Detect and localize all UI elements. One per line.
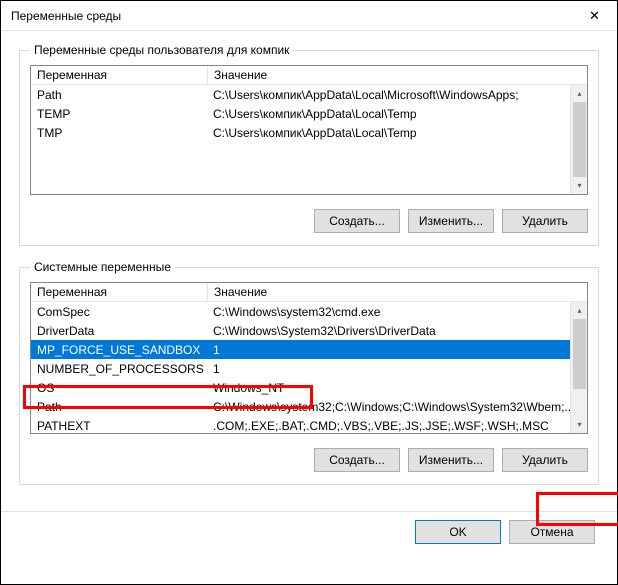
user-create-button[interactable]: Создать... — [314, 209, 400, 233]
scroll-up-icon[interactable]: ▴ — [571, 302, 588, 319]
user-vars-list[interactable]: Переменная Значение Path C:\Users\компик… — [30, 65, 588, 195]
user-vars-legend: Переменные среды пользователя для компик — [30, 43, 293, 57]
table-row[interactable]: PATHEXT .COM;.EXE;.BAT;.CMD;.VBS;.VBE;.J… — [31, 416, 587, 435]
system-create-button[interactable]: Создать... — [314, 448, 400, 472]
user-edit-button[interactable]: Изменить... — [408, 209, 494, 233]
close-icon[interactable]: ✕ — [572, 1, 617, 31]
table-row[interactable]: OS Windows_NT — [31, 378, 587, 397]
system-vars-list[interactable]: Переменная Значение ComSpec C:\Windows\s… — [30, 282, 588, 434]
system-edit-button[interactable]: Изменить... — [408, 448, 494, 472]
window-title: Переменные среды — [11, 9, 121, 23]
table-row[interactable]: TMP C:\Users\компик\AppData\Local\Temp — [31, 123, 587, 142]
scroll-down-icon[interactable]: ▾ — [571, 416, 588, 433]
scroll-up-icon[interactable]: ▴ — [571, 85, 588, 102]
scroll-thumb[interactable] — [573, 102, 586, 177]
col-header-value[interactable]: Значение — [208, 68, 587, 82]
col-header-name[interactable]: Переменная — [31, 68, 207, 82]
system-vars-legend: Системные переменные — [30, 260, 175, 274]
system-vars-header[interactable]: Переменная Значение — [31, 283, 587, 302]
user-vars-group: Переменные среды пользователя для компик… — [19, 43, 599, 246]
system-vars-group: Системные переменные Переменная Значение… — [19, 260, 599, 485]
col-header-value[interactable]: Значение — [208, 285, 587, 299]
table-row[interactable]: DriverData C:\Windows\System32\Drivers\D… — [31, 321, 587, 340]
cancel-button[interactable]: Отмена — [509, 520, 595, 544]
scrollbar[interactable]: ▴ ▾ — [570, 302, 587, 433]
dialog-footer: OK Отмена — [1, 511, 617, 544]
scroll-thumb[interactable] — [573, 319, 586, 389]
scroll-down-icon[interactable]: ▾ — [571, 177, 588, 194]
ok-button[interactable]: OK — [415, 520, 501, 544]
table-row[interactable]: ComSpec C:\Windows\system32\cmd.exe — [31, 302, 587, 321]
system-delete-button[interactable]: Удалить — [502, 448, 588, 472]
user-delete-button[interactable]: Удалить — [502, 209, 588, 233]
table-row[interactable]: TEMP C:\Users\компик\AppData\Local\Temp — [31, 104, 587, 123]
col-header-name[interactable]: Переменная — [31, 285, 207, 299]
scrollbar[interactable]: ▴ ▾ — [570, 85, 587, 194]
table-row-selected[interactable]: MP_FORCE_USE_SANDBOX 1 — [31, 340, 587, 359]
table-row[interactable]: Path C:\Users\компик\AppData\Local\Micro… — [31, 85, 587, 104]
user-vars-header[interactable]: Переменная Значение — [31, 66, 587, 85]
table-row[interactable]: NUMBER_OF_PROCESSORS 1 — [31, 359, 587, 378]
table-row[interactable]: Path C:\Windows\system32;C:\Windows;C:\W… — [31, 397, 587, 416]
titlebar: Переменные среды ✕ — [1, 1, 617, 31]
